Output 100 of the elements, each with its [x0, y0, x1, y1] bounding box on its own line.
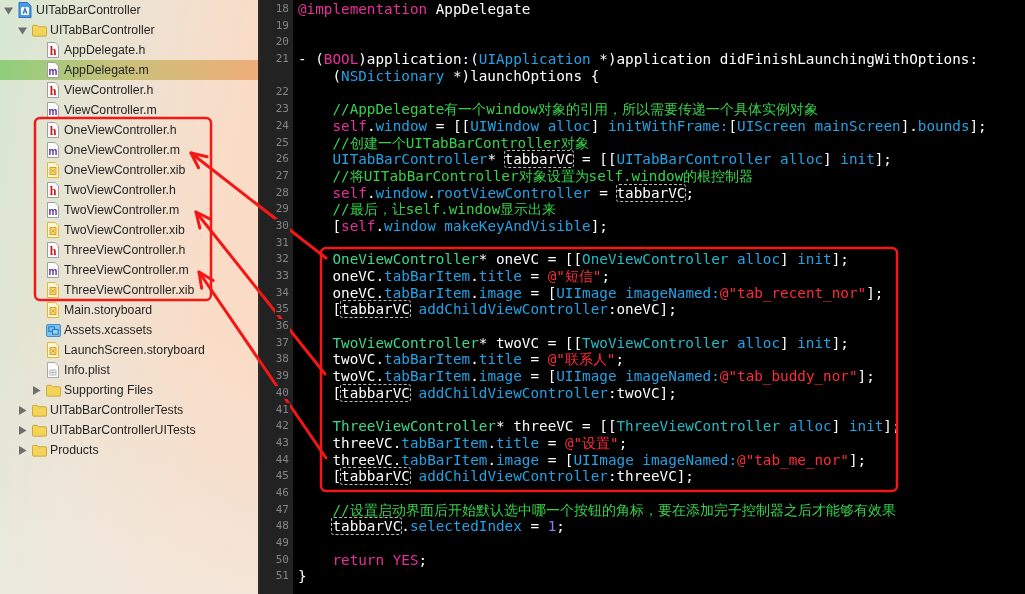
file-tree-item[interactable]: OneViewController.xib: [0, 160, 258, 180]
file-tree-item[interactable]: Products: [0, 440, 258, 460]
interface-file-icon: [46, 282, 60, 298]
line-number: 41: [274, 402, 290, 416]
code-line: }: [298, 568, 307, 585]
file-tree-item[interactable]: UITabBarControllerUITests: [0, 420, 258, 440]
file-tree-item[interactable]: Info.plist: [0, 360, 258, 380]
asset-catalog-icon: [46, 323, 61, 337]
file-tree-item[interactable]: h ViewController.h: [0, 80, 258, 100]
interface-file-icon: [46, 222, 60, 238]
file-tree-item[interactable]: TwoViewController.xib: [0, 220, 258, 240]
line-number: 30: [274, 218, 290, 232]
line-number: 37: [274, 335, 290, 349]
header-file-icon: h: [46, 182, 60, 198]
disclosure-icon[interactable]: [18, 25, 27, 35]
code-line: self.window = [[UIWindow alloc] initWithFrame:[UIScreen mainScreen].bounds];: [332, 117, 987, 134]
line-number: 28: [274, 185, 290, 199]
code-line: twoVC.tabBarItem.title = @"联系人";: [332, 351, 625, 368]
code-line: self.window.rootViewController = tabbarVC;: [332, 184, 694, 201]
folder-icon: [46, 383, 61, 397]
code-line: oneVC.tabBarItem.title = @"短信";: [332, 268, 611, 284]
line-number: 46: [274, 485, 290, 499]
line-number: 25: [274, 135, 290, 149]
code-line: TwoViewController* twoVC = [[TwoViewController alloc] init];: [332, 334, 849, 351]
file-tree-item[interactable]: m ViewController.m: [0, 100, 258, 120]
file-tree-item[interactable]: m AppDelegate.m: [0, 60, 258, 80]
code-line: [tabbarVC addChildViewController:threeVC];: [332, 468, 694, 485]
file-tree-item[interactable]: m OneViewController.m: [0, 140, 258, 160]
code-line: return YES;: [332, 551, 428, 568]
code-line: [self.window makeKeyAndVisible];: [332, 217, 608, 234]
code-line: twoVC.tabBarItem.image = [UIImage imageNamed:@"tab_buddy_nor"];: [332, 368, 875, 385]
code-line: oneVC.tabBarItem.image = [UIImage imageNamed:@"tab_recent_nor"];: [332, 284, 884, 301]
code-line: [tabbarVC addChildViewController:oneVC];: [332, 301, 677, 318]
file-tree-item[interactable]: h AppDelegate.h: [0, 40, 258, 60]
line-number: 47: [274, 502, 290, 516]
code-line: (NSDictionary *)launchOptions {: [332, 67, 600, 84]
line-number: 33: [274, 269, 290, 282]
code-line: UITabBarController* tabbarVC = [[UITabBarController alloc] init];: [332, 151, 892, 168]
file-tree-item[interactable]: Main.storyboard: [0, 300, 258, 320]
source-file-icon: m: [46, 142, 60, 158]
file-tree-item[interactable]: Supporting Files: [0, 380, 258, 400]
source-file-icon: m: [46, 102, 60, 118]
folder-icon: [32, 423, 47, 437]
code-line: threeVC.tabBarItem.title = @"设置";: [332, 434, 628, 451]
file-tree-item[interactable]: ThreeViewController.xib: [0, 280, 258, 300]
file-tree-item[interactable]: m TwoViewController.m: [0, 200, 258, 220]
code-line: //创建一个UITabBarController对象: [332, 134, 589, 151]
code-line: threeVC.tabBarItem.image = [UIImage imageNamed:@"tab_me_nor"];: [332, 451, 867, 468]
file-tree-item[interactable]: h OneViewController.h: [0, 120, 258, 140]
file-tree-item[interactable]: UITabBarController: [0, 0, 258, 20]
interface-file-icon: [46, 302, 60, 318]
file-tree-item[interactable]: h ThreeViewController.h: [0, 240, 258, 260]
folder-icon: [32, 23, 47, 37]
header-file-icon: h: [46, 82, 60, 98]
code-line: [tabbarVC addChildViewController:twoVC];: [332, 384, 677, 401]
line-number: 24: [274, 118, 290, 132]
source-file-icon: m: [46, 262, 60, 278]
line-number: 50: [274, 552, 290, 566]
disclosure-icon[interactable]: [18, 405, 27, 415]
source-file-icon: m: [46, 62, 60, 78]
line-number: 27: [274, 168, 290, 182]
disclosure-icon[interactable]: [18, 445, 27, 455]
file-tree-item[interactable]: LaunchScreen.storyboard: [0, 340, 258, 360]
disclosure-icon[interactable]: [4, 5, 13, 15]
file-tree-item[interactable]: h TwoViewController.h: [0, 180, 258, 200]
interface-file-icon: [46, 342, 60, 358]
code-line: tabbarVC.selectedIndex = 1;: [332, 518, 565, 535]
code-line: //设置启动界面后开始默认选中哪一个按钮的角标，要在添加完子控制器之后才能够有效果: [332, 501, 896, 518]
line-number: 31: [274, 235, 290, 249]
header-file-icon: h: [46, 122, 60, 138]
file-tree-item[interactable]: Assets.xcassets: [0, 320, 258, 340]
code-line: - (BOOL)application:(UIApplication *)application didFinishLaunchingWithOptions:: [298, 51, 979, 68]
interface-file-icon: [46, 162, 60, 178]
folder-icon: [32, 443, 47, 457]
code-line: @implementation AppDelegate: [298, 1, 531, 17]
code-line: //AppDelegate有一个window对象的引用，所以需要传递一个具体实例对象: [332, 101, 818, 118]
code-line: OneViewController* oneVC = [[OneViewController alloc] init];: [332, 251, 849, 268]
line-number: 36: [274, 319, 290, 333]
line-number: 19: [274, 18, 290, 32]
code-line: //最后，让self.window显示出来: [332, 201, 557, 218]
line-number: 18: [274, 2, 290, 15]
header-file-icon: h: [46, 42, 60, 58]
file-tree-item[interactable]: UITabBarController: [0, 20, 258, 40]
disclosure-icon[interactable]: [32, 385, 41, 395]
line-number: 43: [274, 435, 290, 449]
line-number: 49: [274, 536, 290, 549]
project-file-icon: [18, 2, 32, 18]
file-tree-item[interactable]: UITabBarControllerTests: [0, 400, 258, 420]
line-number: 40: [274, 385, 290, 399]
code-line: //将UITabBarController对象设置为self.window的根控制器: [332, 167, 754, 184]
folder-icon: [32, 403, 47, 417]
disclosure-icon[interactable]: [18, 425, 27, 435]
line-number: 34: [274, 285, 290, 299]
property-list-icon: [46, 362, 60, 378]
line-number: 39: [274, 369, 290, 383]
file-tree-item[interactable]: m ThreeViewController.m: [0, 260, 258, 280]
line-number: 35: [274, 302, 290, 316]
line-number: 44: [274, 452, 290, 466]
source-file-icon: m: [46, 202, 60, 218]
header-file-icon: h: [46, 242, 60, 258]
